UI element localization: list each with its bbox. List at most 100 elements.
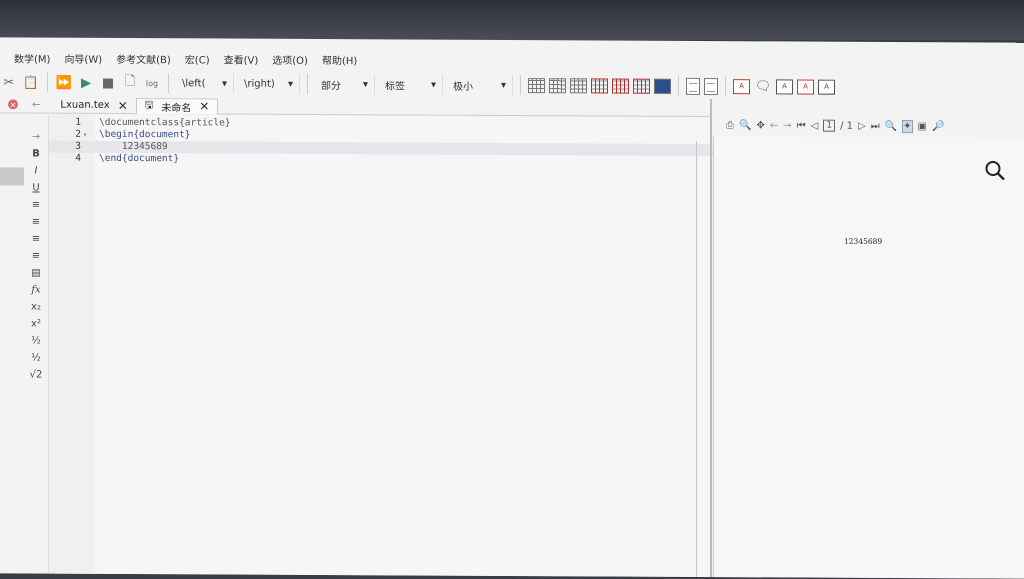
table-icon[interactable] — [528, 77, 545, 93]
line-number-gutter — [49, 114, 95, 574]
pdf-viewer[interactable]: 12345689 — [713, 136, 1024, 579]
label-value: 标签 — [385, 80, 405, 92]
toolbar-separator — [725, 76, 726, 97]
chevron-down-icon: ▾ — [221, 77, 227, 90]
fit-icon[interactable]: ✦ — [902, 119, 913, 133]
right-delimiter-select[interactable]: \right) ▾ — [238, 73, 300, 94]
close-icon[interactable]: ✕ — [199, 99, 209, 113]
table-delete-icon[interactable] — [591, 77, 608, 94]
fraction-button[interactable]: ½ — [31, 335, 41, 347]
format-side-toolbar: → B I U ≡ ≡ ≡ ≡ ▤ fx x₂ x² ½ ½ √2 — [26, 131, 46, 381]
table-align-icon[interactable] — [654, 78, 671, 94]
next-page-icon[interactable]: ▷ — [858, 120, 866, 131]
table-delete-icon[interactable] — [633, 78, 650, 94]
pan-icon[interactable]: ✥ — [756, 120, 764, 131]
text-format-icon[interactable]: A — [818, 79, 835, 95]
tab-lxuan[interactable]: Lxuan.tex ✕ — [52, 97, 135, 113]
cut-icon[interactable]: ✂ — [0, 73, 18, 91]
comment-icon[interactable]: 🗨 — [754, 77, 772, 95]
chevron-down-icon: ▾ — [430, 79, 436, 91]
menu-macros[interactable]: 宏(C) — [178, 51, 217, 66]
monitor-bezel — [0, 0, 1024, 40]
zoom-icon[interactable]: 🔍 — [885, 120, 897, 131]
magnifier-icon[interactable] — [984, 159, 1006, 181]
menu-bibliography[interactable]: 参考文献(B) — [109, 50, 178, 65]
align-left-button[interactable]: ≡ — [32, 199, 40, 211]
back-icon[interactable]: ← — [770, 120, 778, 131]
last-page-icon[interactable]: ⏭ — [871, 120, 880, 131]
tab-untitled[interactable]: 🖫 未命名 ✕ — [135, 97, 219, 114]
line-code: \begin{document} — [99, 128, 191, 141]
code-editor[interactable]: 1 \documentclass{article} 2 ▾ \begin{doc… — [48, 114, 713, 578]
menu-options[interactable]: 选项(O) — [265, 51, 315, 66]
search-icon[interactable]: 🔍 — [739, 120, 751, 131]
line-code: \documentclass{article} — [99, 116, 231, 129]
page-number-input[interactable]: 1 — [823, 119, 836, 132]
toolbar-separator — [47, 72, 48, 93]
line-code: 12345689 — [99, 140, 168, 153]
log-icon[interactable]: log — [143, 74, 161, 92]
tab-label: Lxuan.tex — [60, 99, 110, 111]
paste-icon[interactable]: 📋 — [22, 73, 40, 91]
menu-math[interactable]: 数学(M) — [0, 50, 57, 65]
document-icon[interactable] — [704, 77, 718, 95]
editor-margin-line — [696, 140, 697, 577]
nav-forward-icon[interactable]: → — [32, 131, 40, 143]
chevron-down-icon: ▾ — [287, 78, 293, 90]
dfrac-button[interactable]: ½ — [31, 352, 41, 364]
page-view-icon[interactable]: ▣ — [918, 121, 927, 132]
table-delete-icon[interactable] — [612, 78, 629, 94]
left-delimiter-select[interactable]: \left(▾ — [176, 73, 234, 94]
fold-arrow-icon[interactable]: ▾ — [83, 129, 87, 141]
tab-label: 未命名 — [161, 102, 192, 114]
save-icon: 🖫 — [144, 99, 154, 111]
stop-icon[interactable]: ■ — [99, 74, 117, 92]
first-page-icon[interactable]: ⏮ — [797, 120, 806, 131]
menu-wizard[interactable]: 向导(W) — [57, 50, 109, 65]
menu-view[interactable]: 查看(V) — [217, 51, 266, 66]
bold-button[interactable]: B — [32, 148, 40, 160]
font-size-select[interactable]: 极小 ▾ — [447, 74, 513, 96]
line-code: \end{document} — [99, 152, 180, 165]
compile-icon[interactable]: ▶ — [77, 74, 95, 92]
justify-button[interactable]: ≡ — [32, 250, 40, 262]
zoom-out-icon[interactable]: 🔎 — [932, 121, 944, 132]
superscript-button[interactable]: x² — [31, 318, 41, 330]
editor-line[interactable]: 4 \end{document} — [49, 153, 713, 168]
rendered-pdf-text: 12345689 — [844, 236, 883, 246]
page-total: / 1 — [840, 120, 853, 132]
line-number: 3 — [75, 140, 81, 152]
texstudio-window: 数学(M) 向导(W) 参考文献(B) 宏(C) 查看(V) 选项(O) 帮助(… — [0, 37, 1024, 579]
chevron-down-icon: ▾ — [500, 79, 506, 91]
text-format-icon[interactable]: A — [776, 78, 793, 94]
nav-back-icon[interactable]: ← — [24, 97, 48, 113]
text-format-icon[interactable]: A — [797, 78, 814, 95]
view-pdf-icon[interactable]: 🗋 — [121, 74, 139, 92]
prev-page-icon[interactable]: ◁ — [811, 120, 819, 131]
pane-splitter[interactable] — [710, 99, 712, 578]
sqrt-button[interactable]: √2 — [30, 369, 43, 381]
menu-help[interactable]: 帮助(H) — [315, 51, 364, 67]
table-column-icon[interactable] — [570, 77, 587, 93]
label-select[interactable]: 标签 ▾ — [379, 74, 443, 95]
sync-icon[interactable]: ⎙ — [726, 120, 734, 131]
right-delimiter-value: \right) — [244, 78, 275, 90]
text-format-icon[interactable]: A — [733, 78, 750, 94]
section-value: 部分 — [321, 80, 341, 92]
align-right-button[interactable]: ≡ — [32, 233, 40, 245]
section-select[interactable]: 部分 ▾ — [315, 73, 375, 95]
build-view-icon[interactable]: ⏩ — [55, 74, 73, 92]
main-toolbar: ✂ 📋 ⏩ ▶ ■ 🗋 log \left(▾ \right) ▾ 部分 ▾ 标签 ▾… — [0, 69, 1024, 100]
box-button[interactable]: ▤ — [31, 267, 40, 279]
table-icon[interactable] — [549, 77, 566, 93]
document-icon[interactable] — [686, 77, 700, 95]
close-icon[interactable]: ✕ — [118, 98, 128, 112]
forward-icon[interactable]: → — [783, 120, 791, 131]
underline-button[interactable]: U — [32, 182, 39, 194]
menu-bar: 数学(M) 向导(W) 参考文献(B) 宏(C) 查看(V) 选项(O) 帮助(… — [0, 47, 1024, 72]
math-function-button[interactable]: fx — [31, 284, 40, 296]
italic-button[interactable]: I — [35, 165, 38, 177]
subscript-button[interactable]: x₂ — [31, 301, 41, 313]
font-size-value: 极小 — [453, 81, 473, 93]
align-center-button[interactable]: ≡ — [32, 216, 40, 228]
